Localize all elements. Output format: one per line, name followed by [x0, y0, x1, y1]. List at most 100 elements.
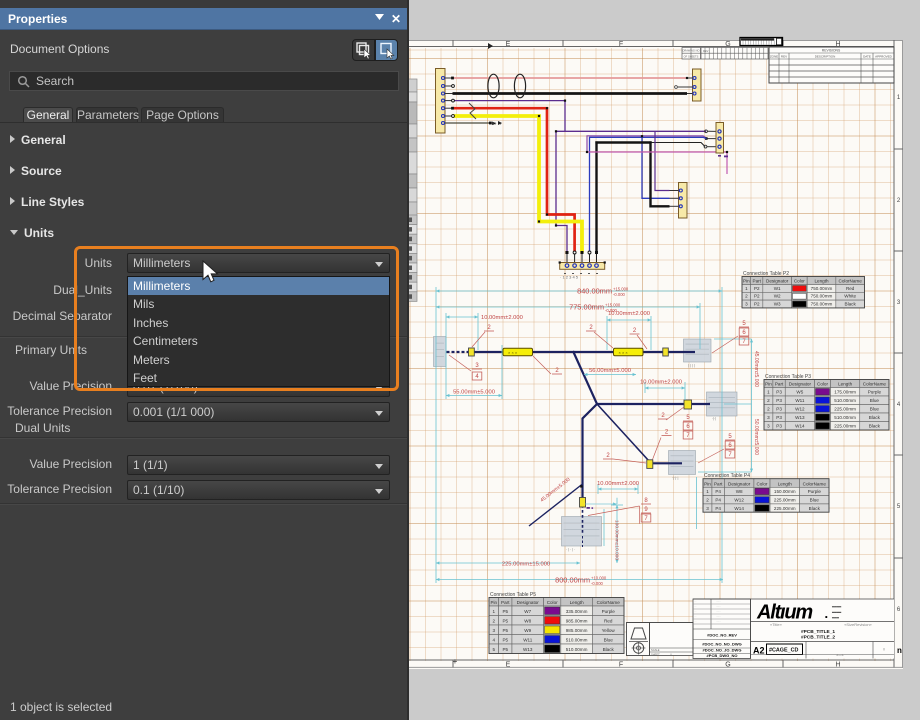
- svg-text:Part: Part: [714, 481, 723, 486]
- svg-text:······: ······: [716, 601, 721, 604]
- svg-text:1: 1: [767, 390, 770, 395]
- svg-text:Designator: Designator: [728, 481, 751, 486]
- svg-text:Blue: Blue: [870, 407, 880, 412]
- svg-text:6: 6: [728, 443, 732, 449]
- svg-text:Pin: Pin: [743, 279, 750, 284]
- svg-text:10.00mm±2.000: 10.00mm±2.000: [481, 315, 523, 321]
- svg-text:1: 1: [493, 609, 496, 614]
- svg-text:2: 2: [555, 368, 559, 374]
- svg-text:F: F: [619, 661, 623, 668]
- svg-text:H: H: [835, 661, 840, 668]
- svg-text:775.00mm: 775.00mm: [569, 303, 604, 312]
- svg-text:Color: Color: [756, 481, 767, 486]
- svg-text:···: ···: [694, 611, 697, 614]
- svg-text:W12: W12: [734, 498, 744, 503]
- svg-text:2: 2: [767, 407, 770, 412]
- svg-text:| |: | |: [883, 647, 886, 651]
- svg-text:W11: W11: [795, 398, 805, 403]
- svg-text:· | · | ·: · | · | ·: [566, 548, 575, 552]
- svg-text:Color: Color: [794, 279, 805, 284]
- svg-text:Color: Color: [547, 600, 558, 605]
- svg-text:5: 5: [686, 415, 690, 421]
- svg-text:5: 5: [493, 647, 496, 652]
- svg-text:W8: W8: [524, 619, 531, 624]
- svg-text:APPROVED: APPROVED: [875, 55, 893, 59]
- svg-text:225.00mm: 225.00mm: [834, 424, 856, 429]
- svg-text:· 1 2 3 4 5: · 1 2 3 4 5: [560, 275, 579, 280]
- svg-text:P2: P2: [754, 294, 760, 299]
- svg-text:Purple: Purple: [808, 489, 822, 494]
- svg-text:W7: W7: [524, 609, 531, 614]
- svg-text:5: 5: [742, 321, 746, 327]
- svg-text:REV: REV: [781, 55, 787, 59]
- svg-text:4: 4: [475, 374, 479, 380]
- svg-text:«—»: «—»: [836, 654, 843, 658]
- svg-text:2: 2: [487, 325, 491, 331]
- svg-text:▂▂▂: ▂▂▂: [831, 615, 840, 619]
- svg-text:Red: Red: [846, 286, 855, 291]
- svg-text:2: 2: [665, 430, 669, 436]
- svg-text:#PCB_TITLE_1: #PCB_TITLE_1: [801, 629, 835, 635]
- svg-text:n: n: [897, 646, 902, 655]
- svg-text:2: 2: [897, 198, 901, 204]
- svg-text:56.00mm±5.000: 56.00mm±5.000: [589, 368, 631, 374]
- svg-text:DESCRIPTION: DESCRIPTION: [815, 55, 836, 59]
- svg-text:3: 3: [897, 300, 901, 306]
- svg-text:SHEET: SHEET: [651, 652, 660, 656]
- svg-text:#CAGE_CD: #CAGE_CD: [769, 648, 798, 654]
- svg-text:8: 8: [644, 498, 648, 504]
- svg-text:510.00mm: 510.00mm: [566, 647, 588, 652]
- svg-text:-0.000: -0.000: [613, 292, 626, 297]
- svg-text:«Title»: «Title»: [770, 622, 783, 627]
- svg-text:P4: P4: [715, 506, 721, 511]
- svg-text:W9: W9: [524, 628, 531, 633]
- svg-text:2: 2: [633, 328, 637, 334]
- svg-text:-0.000: -0.000: [591, 581, 604, 586]
- svg-text:DRAWING NO: DRAWING NO: [682, 49, 699, 53]
- svg-text:6: 6: [742, 330, 746, 336]
- svg-text:······: ······: [716, 611, 721, 614]
- svg-text:4: 4: [897, 402, 901, 408]
- svg-text:·|·|·|: ·|·|·|: [672, 476, 678, 480]
- svg-text:Purple: Purple: [868, 390, 882, 395]
- svg-text:2: 2: [745, 294, 748, 299]
- svg-text:225.00mm: 225.00mm: [834, 407, 856, 412]
- svg-text:Blue: Blue: [604, 638, 614, 643]
- svg-text:10.00mm±2.000: 10.00mm±2.000: [640, 380, 682, 386]
- svg-text:| |: | |: [670, 652, 672, 656]
- svg-text:Altıum: Altıum: [756, 602, 812, 624]
- svg-text:DATE: DATE: [863, 55, 871, 59]
- svg-text:P5: P5: [502, 628, 508, 633]
- svg-text:10.00mm±2.000: 10.00mm±2.000: [597, 481, 639, 487]
- svg-text:W2: W2: [774, 294, 781, 299]
- svg-text:9: 9: [644, 507, 648, 513]
- svg-text:E: E: [506, 41, 511, 48]
- svg-text:G: G: [725, 661, 730, 668]
- svg-text:1: 1: [897, 95, 901, 101]
- svg-text:5: 5: [728, 434, 732, 440]
- svg-text:Pin: Pin: [490, 600, 497, 605]
- svg-text:···: ···: [694, 621, 697, 624]
- svg-text:510.00mm: 510.00mm: [566, 638, 588, 643]
- svg-text:P3: P3: [776, 407, 782, 412]
- svg-text:2: 2: [606, 453, 610, 459]
- svg-text:Pin: Pin: [704, 481, 711, 486]
- svg-text:#DOC_NO_NO_DWG: #DOC_NO_NO_DWG: [702, 642, 742, 647]
- svg-text:3: 3: [767, 415, 770, 420]
- svg-text:750.00mm: 750.00mm: [811, 302, 833, 307]
- svg-text:P5: P5: [502, 638, 508, 643]
- svg-text:7: 7: [686, 433, 690, 439]
- svg-text:Length: Length: [778, 481, 792, 486]
- svg-text:ZONE: ZONE: [770, 55, 778, 59]
- svg-text:+10.000: +10.000: [591, 576, 607, 581]
- svg-text:2: 2: [493, 619, 496, 624]
- svg-text:+15.000: +15.000: [613, 287, 629, 292]
- svg-text:45.00mm±5.000: 45.00mm±5.000: [753, 351, 759, 387]
- svg-text:Length: Length: [570, 600, 584, 605]
- svg-text:P2: P2: [754, 302, 760, 307]
- svg-text:225.00mm: 225.00mm: [774, 506, 796, 511]
- svg-text:Designator: Designator: [789, 382, 812, 387]
- svg-text:×: ×: [493, 122, 496, 128]
- svg-text:W13: W13: [795, 415, 805, 420]
- svg-text:A2: A2: [753, 646, 765, 656]
